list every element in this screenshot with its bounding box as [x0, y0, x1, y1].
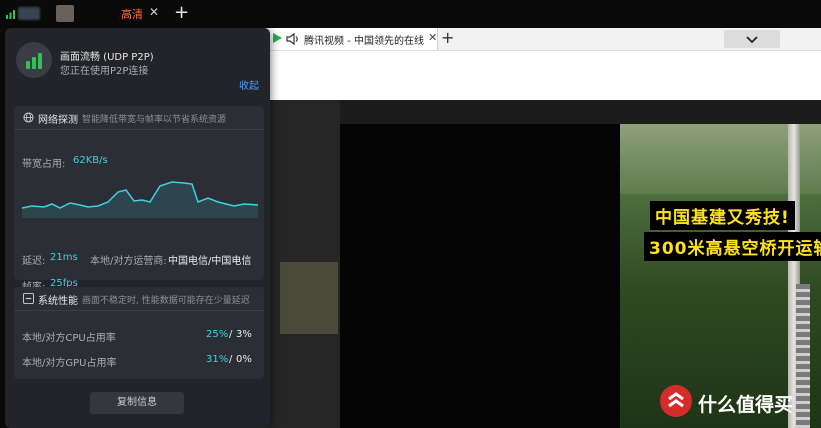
system-section-header: 系统性能 画面不稳定时, 性能数据可能存在少量延迟: [14, 287, 264, 311]
connection-subtitle: 您正在使用P2P连接: [60, 66, 149, 77]
quality-selector[interactable]: 高清: [121, 6, 143, 22]
collapse-link[interactable]: 收起: [239, 77, 259, 92]
video-caption-line1: 中国基建又秀技!: [650, 201, 795, 230]
copy-info-button[interactable]: 复制信息: [90, 392, 184, 414]
system-section-description: 画面不稳定时, 性能数据可能存在少量延迟: [82, 296, 250, 306]
cpu-remote-value: 3%: [236, 329, 252, 340]
watermark-text: 什么值得买: [698, 394, 794, 416]
gpu-local-value: 31%: [206, 354, 229, 365]
browser-tab[interactable]: 腾讯视频 - 中国领先的在线 ✕: [270, 28, 438, 50]
connection-title: 画面流畅 (UDP P2P): [60, 52, 154, 63]
bandwidth-value: 62KB/s: [73, 155, 108, 166]
new-tab-button[interactable]: +: [441, 28, 454, 47]
browser-tab-strip: 腾讯视频 - 中国领先的在线 ✕ +: [258, 28, 821, 50]
tab-list-dropdown[interactable]: [724, 30, 780, 48]
network-section-title: 网络探测: [38, 115, 78, 126]
carrier-value: 中国电信/中国电信: [168, 256, 252, 267]
collapse-square-icon[interactable]: [23, 293, 34, 304]
connection-info-panel: 画面流畅 (UDP P2P) 您正在使用P2P连接 收起 网络探测 智能降低带宽…: [5, 28, 270, 428]
video-letterbox: [340, 124, 620, 428]
signal-strength-icon: [26, 53, 42, 69]
watermark-logo: [660, 385, 692, 417]
remote-desktop-screen: 高清 ✕ + 腾讯视频 - 中国领先的在线 ✕ + 中国基建又秀技! 300米高…: [0, 0, 821, 428]
video-player[interactable]: [620, 124, 821, 428]
system-section: 系统性能 画面不稳定时, 性能数据可能存在少量延迟 本地/对方CPU占用率 25…: [14, 287, 264, 379]
chevron-down-icon: [746, 36, 758, 44]
cpu-local-value: 25%: [206, 329, 229, 340]
panel-header: 画面流畅 (UDP P2P) 您正在使用P2P连接 收起: [5, 28, 270, 98]
latency-value: 21ms: [50, 252, 78, 263]
browser-toolbar: [258, 50, 821, 100]
bandwidth-sparkline: [22, 181, 258, 218]
speaker-icon[interactable]: [286, 32, 300, 46]
video-caption-line2: 300米高悬空桥开运输: [644, 232, 821, 261]
blurred-avatar: [56, 5, 74, 22]
network-section-header: 网络探测 智能降低带宽与帧率以节省系统资源: [14, 106, 264, 130]
gpu-label: 本地/对方GPU占用率: [22, 358, 117, 369]
play-icon: [273, 33, 282, 43]
tab-close-icon[interactable]: ✕: [428, 31, 437, 44]
network-section: 网络探测 智能降低带宽与帧率以节省系统资源 带宽占用: 62KB/s 延迟: 2…: [14, 106, 264, 293]
signal-bars-icon[interactable]: [6, 9, 16, 19]
carrier-label: 本地/对方运营商:: [90, 256, 167, 267]
watermark-logo-icon: [668, 392, 684, 408]
system-section-title: 系统性能: [38, 296, 78, 307]
video-thumbnail[interactable]: [280, 262, 338, 334]
cpu-label: 本地/对方CPU占用率: [22, 333, 116, 344]
gpu-remote-value: 0%: [236, 354, 252, 365]
remote-toolbar: 高清 ✕ +: [0, 0, 821, 28]
latency-label: 延迟:: [22, 256, 46, 267]
network-section-description: 智能降低带宽与帧率以节省系统资源: [82, 115, 227, 125]
add-session-icon[interactable]: +: [174, 2, 189, 23]
globe-icon: [23, 112, 34, 123]
watermark: 什么值得买: [660, 385, 816, 419]
close-session-icon[interactable]: ✕: [149, 5, 159, 19]
cpu-separator: /: [229, 329, 233, 340]
blurred-device-name: [18, 7, 40, 20]
tab-title: 腾讯视频 - 中国领先的在线: [304, 36, 424, 47]
gpu-separator: /: [229, 354, 233, 365]
connection-status-badge: [16, 42, 52, 78]
